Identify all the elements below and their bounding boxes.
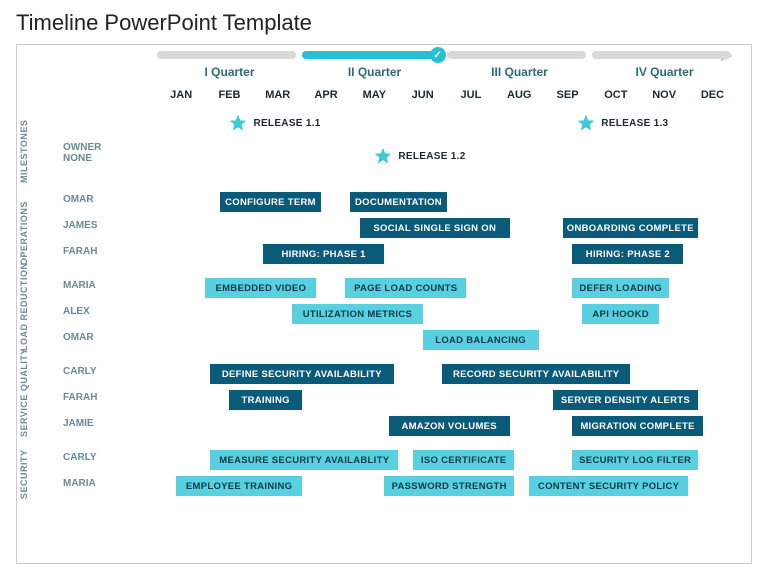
owner-label: OMAR bbox=[63, 332, 147, 343]
task-bar: MEASURE SECURITY AVAILABLITY bbox=[210, 450, 398, 470]
task-bar: AMAZON VOLUMES bbox=[389, 416, 510, 436]
month-label: SEP bbox=[543, 89, 591, 101]
timeline-row: CARLY MEASURE SECURITY AVAILABLITY ISO CER… bbox=[17, 449, 751, 473]
section-label: MILESTONES bbox=[19, 169, 29, 183]
quarter-label: IV Quarter bbox=[592, 65, 737, 79]
milestone: RELEASE 1.1 bbox=[229, 114, 320, 132]
task-bar: PAGE LOAD COUNTS bbox=[345, 278, 466, 298]
owner-label: OMAR bbox=[63, 194, 147, 205]
owner-label: CARLY bbox=[63, 452, 147, 463]
month-label: NOV bbox=[640, 89, 688, 101]
timeline-row: OMAR LOAD BALANCING bbox=[17, 329, 751, 353]
month-label: FEB bbox=[205, 89, 253, 101]
task-bar: RECORD SECURITY AVAILABILITY bbox=[442, 364, 630, 384]
owner-label: FARAH bbox=[63, 392, 147, 403]
quarter-seg-2 bbox=[302, 51, 441, 59]
owner-label: FARAH bbox=[63, 246, 147, 257]
timeline-row: MARIA EMBEDDED VIDEO PAGE LOAD COUNTS DEFER… bbox=[17, 277, 751, 301]
task-bar: SERVER DENSITY ALERTS bbox=[553, 390, 698, 410]
task-bar: CONTENT SECURITY POLICY bbox=[529, 476, 688, 496]
timeline-frame: ✓ I Quarter II Quarter III Quarter IV Qu… bbox=[16, 44, 752, 564]
quarter-seg-3 bbox=[447, 51, 586, 59]
task-bar: EMBEDDED VIDEO bbox=[205, 278, 316, 298]
task-bar: DOCUMENTATION bbox=[350, 192, 447, 212]
timeline-row: JAMIE AMAZON VOLUMES MIGRATION COMPLETE bbox=[17, 415, 751, 439]
page-title: Timeline PowerPoint Template bbox=[16, 10, 752, 36]
task-bar: TRAINING bbox=[229, 390, 301, 410]
timeline-row: ALEX UTILIZATION METRICS API HOOKD bbox=[17, 303, 751, 327]
quarter-header: ✓ I Quarter II Quarter III Quarter IV Qu… bbox=[157, 51, 737, 83]
month-label: AUG bbox=[495, 89, 543, 101]
timeline-row: CARLY DEFINE SECURITY AVAILABILITY RECORD … bbox=[17, 363, 751, 387]
quarter-bar: ✓ bbox=[157, 51, 737, 59]
quarter-label: II Quarter bbox=[302, 65, 447, 79]
quarter-label: I Quarter bbox=[157, 65, 302, 79]
month-label: MAY bbox=[350, 89, 398, 101]
month-label: JUL bbox=[447, 89, 495, 101]
task-bar: MIGRATION COMPLETE bbox=[572, 416, 702, 436]
task-bar: CONFIGURE TERM bbox=[220, 192, 321, 212]
timeline-row: OMAR CONFIGURE TERM DOCUMENTATION bbox=[17, 191, 751, 215]
timeline-row: MARIA EMPLOYEE TRAINING PASSWORD STRENGTH C… bbox=[17, 475, 751, 499]
owner-label: MARIA bbox=[63, 478, 147, 489]
month-label: OCT bbox=[592, 89, 640, 101]
timeline-row: JAMES SOCIAL SINGLE SIGN ON ONBOARDING COM… bbox=[17, 217, 751, 241]
task-bar: SECURITY LOG FILTER bbox=[572, 450, 698, 470]
task-bar: LOAD BALANCING bbox=[423, 330, 539, 350]
task-bar: EMPLOYEE TRAINING bbox=[176, 476, 302, 496]
owner-label: JAMES bbox=[63, 220, 147, 231]
owner-label: ALEX bbox=[63, 306, 147, 317]
task-bar: API HOOKD bbox=[582, 304, 659, 324]
task-bar: ONBOARDING COMPLETE bbox=[563, 218, 698, 238]
task-bar: DEFER LOADING bbox=[572, 278, 669, 298]
month-header: JANFEBMARAPRMAYJUNJULAUGSEPOCTNOVDEC bbox=[157, 89, 737, 105]
quarter-seg-1 bbox=[157, 51, 296, 59]
quarter-label: III Quarter bbox=[447, 65, 592, 79]
month-label: DEC bbox=[688, 89, 736, 101]
milestone-label: RELEASE 1.3 bbox=[601, 118, 668, 129]
timeline-row: FARAH HIRING: PHASE 1 HIRING: PHASE 2 bbox=[17, 243, 751, 267]
task-bar: SOCIAL SINGLE SIGN ON bbox=[360, 218, 510, 238]
month-label: JUN bbox=[399, 89, 447, 101]
owner-label: OWNERNONE bbox=[63, 142, 147, 164]
task-bar: UTILIZATION METRICS bbox=[292, 304, 422, 324]
task-bar: DEFINE SECURITY AVAILABILITY bbox=[210, 364, 394, 384]
task-bar: ISO CERTIFICATE bbox=[413, 450, 514, 470]
task-bar: HIRING: PHASE 2 bbox=[572, 244, 683, 264]
task-bar: PASSWORD STRENGTH bbox=[384, 476, 514, 496]
month-label: APR bbox=[302, 89, 350, 101]
milestone: RELEASE 1.3 bbox=[577, 114, 668, 132]
owner-label: MARIA bbox=[63, 280, 147, 291]
owner-label: JAMIE bbox=[63, 418, 147, 429]
timeline-row: OWNERNONE bbox=[17, 139, 751, 163]
owner-label: CARLY bbox=[63, 366, 147, 377]
month-label: MAR bbox=[254, 89, 302, 101]
task-bar: HIRING: PHASE 1 bbox=[263, 244, 384, 264]
timeline-row: FARAH TRAINING SERVER DENSITY ALERTS bbox=[17, 389, 751, 413]
check-icon: ✓ bbox=[430, 47, 446, 63]
milestone-label: RELEASE 1.1 bbox=[253, 118, 320, 129]
quarter-seg-4 bbox=[592, 51, 731, 59]
month-label: JAN bbox=[157, 89, 205, 101]
